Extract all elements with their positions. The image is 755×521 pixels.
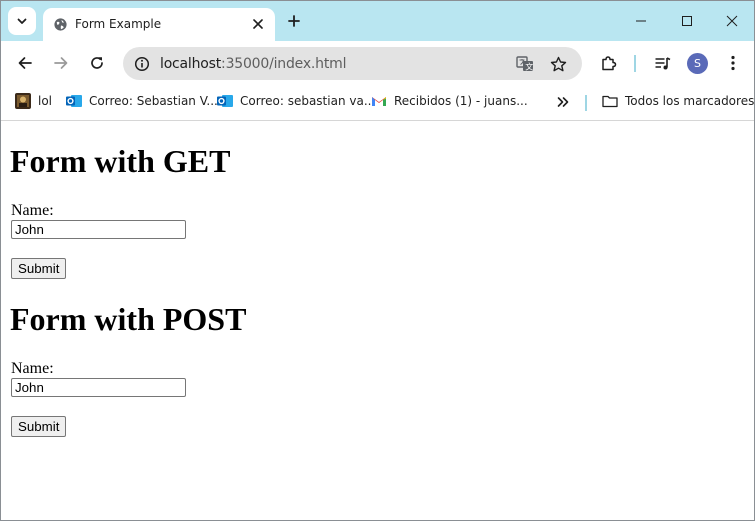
bookmarks-bar: lol Correo: Sebastian V... Correo: sebas… (1, 85, 754, 121)
playlist-icon (655, 56, 670, 69)
bookmark-label: Correo: sebastian va... (240, 94, 376, 108)
get-submit-button[interactable]: Submit (11, 258, 67, 279)
minimize-icon (636, 20, 646, 22)
bookmark-item[interactable]: Correo: Sebastian V... (66, 92, 218, 110)
menu-button[interactable] (721, 51, 745, 75)
outlook-icon (217, 95, 233, 107)
tab-strip: Form Example (1, 1, 754, 41)
page-content: Form with GET Name: Submit Form with POS… (1, 121, 754, 520)
extensions-button[interactable] (596, 51, 620, 75)
bookmarks-divider (585, 95, 587, 111)
all-bookmarks-label: Todos los marcadores (625, 94, 755, 108)
chevron-double-right-icon (557, 97, 569, 107)
url-text: localhost:35000/index.html (160, 56, 346, 72)
post-submit-button[interactable]: Submit (11, 416, 67, 437)
star-icon (550, 56, 566, 71)
translate-icon: 文 (516, 56, 533, 72)
arrow-right-icon (54, 57, 68, 69)
address-bar[interactable]: localhost:35000/index.html 文 (123, 47, 582, 80)
maximize-icon (682, 16, 692, 26)
maximize-button[interactable] (675, 9, 699, 33)
info-icon (134, 56, 150, 72)
toolbar-divider (634, 55, 636, 72)
tab-title: Form Example (75, 17, 162, 31)
bookmark-label: lol (38, 94, 53, 108)
back-button[interactable] (13, 51, 37, 75)
close-icon (726, 15, 738, 27)
puzzle-icon (601, 55, 616, 70)
minimize-button[interactable] (629, 9, 653, 33)
globe-icon (54, 18, 67, 31)
close-icon (253, 19, 263, 29)
get-name-input[interactable] (11, 220, 186, 239)
plus-icon (288, 15, 300, 27)
media-controls-button[interactable] (650, 51, 674, 75)
more-vertical-icon (731, 55, 735, 71)
bookmark-item[interactable]: Correo: sebastian va... (217, 92, 375, 110)
reload-icon (91, 57, 103, 69)
outlook-icon (66, 95, 82, 107)
tab-search-button[interactable] (8, 7, 36, 35)
bookmark-label: Recibidos (1) - juans... (394, 94, 528, 108)
all-bookmarks-button[interactable]: Todos los marcadores (602, 92, 754, 110)
bookmark-item[interactable]: Recibidos (1) - juans... (371, 92, 528, 110)
gmail-icon (372, 97, 386, 106)
browser-window: Form Example localhost:35000/index.html … (0, 0, 755, 521)
browser-tab[interactable]: Form Example (43, 8, 275, 41)
new-tab-button[interactable] (284, 11, 304, 31)
site-info-button[interactable] (131, 53, 153, 75)
post-name-label: Name: (11, 360, 54, 377)
close-tab-button[interactable] (249, 15, 267, 33)
get-form-heading: Form with GET (10, 143, 231, 179)
bookmark-star-button[interactable] (546, 52, 570, 76)
image-thumbnail-icon (15, 93, 31, 109)
reload-button[interactable] (85, 51, 109, 75)
profile-avatar[interactable]: S (687, 53, 708, 74)
post-name-input[interactable] (11, 378, 186, 397)
url-path: :35000/index.html (221, 56, 347, 72)
chevron-down-icon (17, 18, 27, 24)
translate-button[interactable]: 文 (513, 52, 537, 76)
svg-text:文: 文 (525, 62, 533, 72)
bookmark-item[interactable]: lol (15, 92, 52, 110)
folder-icon (602, 95, 618, 108)
browser-toolbar: localhost:35000/index.html 文 S (1, 41, 754, 85)
get-name-label: Name: (11, 202, 54, 219)
arrow-left-icon (18, 57, 32, 69)
forward-button[interactable] (49, 51, 73, 75)
bookmark-label: Correo: Sebastian V... (89, 94, 218, 108)
more-bookmarks-button[interactable] (554, 93, 572, 111)
post-form-heading: Form with POST (10, 301, 247, 337)
url-host: localhost (160, 56, 222, 72)
close-window-button[interactable] (720, 9, 744, 33)
